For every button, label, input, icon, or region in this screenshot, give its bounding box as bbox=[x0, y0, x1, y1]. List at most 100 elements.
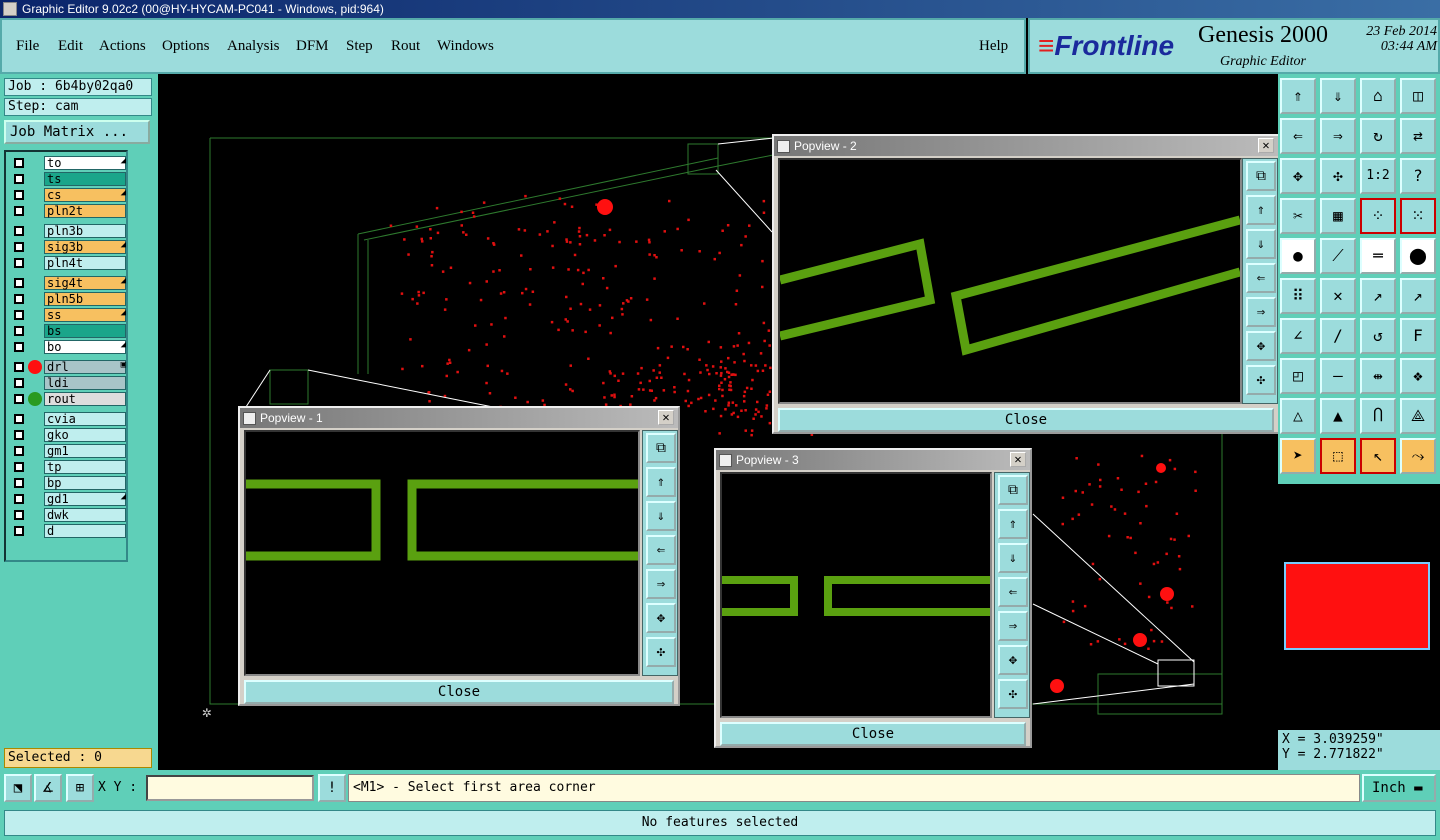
popview-2-close-icon[interactable]: ✕ bbox=[1258, 138, 1274, 153]
layer-checkbox[interactable] bbox=[14, 258, 24, 268]
pop-pan-down-icon[interactable]: ⇓ bbox=[1246, 229, 1276, 259]
menu-rout[interactable]: Rout bbox=[391, 38, 420, 55]
arch-icon[interactable]: Ⴖ bbox=[1360, 398, 1396, 434]
select-pointer-icon[interactable]: ↖ bbox=[1360, 438, 1396, 474]
popview-3-close-button[interactable]: Close bbox=[720, 722, 1026, 746]
layer-checkbox[interactable] bbox=[14, 362, 24, 372]
triangle-icon[interactable]: △ bbox=[1280, 398, 1316, 434]
layer-row-tp[interactable]: tp bbox=[10, 460, 128, 474]
layer-row-gko[interactable]: gko bbox=[10, 428, 128, 442]
scale-1-2-icon[interactable]: 1:2 bbox=[1360, 158, 1396, 194]
mirror-icon[interactable]: ▲ bbox=[1320, 398, 1356, 434]
pad-add-icon[interactable]: ● bbox=[1280, 238, 1316, 274]
layer-name[interactable]: rout bbox=[44, 392, 126, 406]
layer-affected-icon[interactable] bbox=[28, 360, 42, 374]
pop-pan-up-icon[interactable]: ⇑ bbox=[1246, 195, 1276, 225]
pad-select-icon[interactable]: ⬤ bbox=[1400, 238, 1436, 274]
route-icon[interactable]: ⤳ bbox=[1400, 438, 1436, 474]
zoom-in-icon[interactable]: ✣ bbox=[1320, 158, 1356, 194]
layer-checkbox[interactable] bbox=[14, 310, 24, 320]
layer-checkbox[interactable] bbox=[14, 226, 24, 236]
measure-icon[interactable]: ✂ bbox=[1280, 198, 1316, 234]
layer-row-ss[interactable]: ss ◢ bbox=[10, 308, 128, 322]
angle-icon[interactable]: ∠ bbox=[1280, 318, 1316, 354]
home-icon[interactable]: ⌂ bbox=[1360, 78, 1396, 114]
redraw-icon[interactable]: ↻ bbox=[1360, 118, 1396, 154]
select-box-icon[interactable]: ⬚ bbox=[1320, 438, 1356, 474]
graphic-canvas[interactable]: ✲ Popview - 2 ✕ ⧉ ⇑ ⇓ ⇐ ⇒ ✥ ✣ Close Popv… bbox=[158, 74, 1278, 770]
popview-2-title-bar[interactable]: Popview - 2 bbox=[774, 136, 1278, 156]
pop-pan-right-icon[interactable]: ⇒ bbox=[1246, 297, 1276, 327]
layer-checkbox[interactable] bbox=[14, 158, 24, 168]
layer-row-pln5b[interactable]: pln5b bbox=[10, 292, 128, 306]
arc-icon[interactable]: ↺ bbox=[1360, 318, 1396, 354]
menu-options[interactable]: Options bbox=[162, 38, 210, 55]
copy-pad-icon[interactable]: ↗ bbox=[1400, 278, 1436, 314]
layer-name[interactable]: sig3b bbox=[44, 240, 126, 254]
pop-zoom-out-icon[interactable]: ✣ bbox=[998, 679, 1028, 709]
xy-input[interactable] bbox=[146, 775, 314, 801]
layer-checkbox[interactable] bbox=[14, 478, 24, 488]
layer-row-drl[interactable]: drl ▣ bbox=[10, 360, 128, 374]
pop-pan-left-icon[interactable]: ⇐ bbox=[1246, 263, 1276, 293]
layer-name[interactable]: bp bbox=[44, 476, 126, 490]
menu-step[interactable]: Step bbox=[346, 38, 373, 55]
layer-row-d[interactable]: d bbox=[10, 524, 128, 538]
connect-icon[interactable]: ⠿ bbox=[1280, 278, 1316, 314]
layer-name[interactable]: pln3b bbox=[44, 224, 126, 238]
menu-file[interactable]: File bbox=[16, 38, 39, 55]
layer-name[interactable]: drl bbox=[44, 360, 126, 374]
split-view-icon[interactable]: ◫ bbox=[1400, 78, 1436, 114]
slash-icon[interactable]: / bbox=[1320, 318, 1356, 354]
snap-icon[interactable]: ⁘ bbox=[1360, 198, 1396, 234]
layer-name[interactable]: cvia bbox=[44, 412, 126, 426]
layer-name[interactable]: ss bbox=[44, 308, 126, 322]
popview-1-close-button[interactable]: Close bbox=[244, 680, 674, 704]
layer-row-bo[interactable]: bo ◢ bbox=[10, 340, 128, 354]
feature-icon[interactable]: ◰ bbox=[1280, 358, 1316, 394]
layer-row-sig4t[interactable]: sig4t ◢ bbox=[10, 276, 128, 290]
layer-checkbox[interactable] bbox=[14, 174, 24, 184]
layer-name[interactable]: pln4t bbox=[44, 256, 126, 270]
pop-zoom-window-icon[interactable]: ⧉ bbox=[646, 433, 676, 463]
rotate-icon[interactable]: ⟁ bbox=[1400, 398, 1436, 434]
pop-zoom-in-icon[interactable]: ✥ bbox=[1246, 331, 1276, 361]
layer-name[interactable]: gd1 bbox=[44, 492, 126, 506]
grid-snap-icon[interactable]: ⊞ bbox=[66, 774, 94, 802]
group-icon[interactable]: ❖ bbox=[1400, 358, 1436, 394]
layer-checkbox[interactable] bbox=[14, 494, 24, 504]
text-edit-icon[interactable]: F bbox=[1400, 318, 1436, 354]
menu-analysis[interactable]: Analysis bbox=[227, 38, 280, 55]
pop-zoom-out-icon[interactable]: ✣ bbox=[646, 637, 676, 667]
alert-icon[interactable]: ! bbox=[318, 774, 346, 802]
popview-3-title-bar[interactable]: Popview - 3 bbox=[716, 450, 1030, 470]
layer-name[interactable]: ldi bbox=[44, 376, 126, 390]
layer-row-rout[interactable]: rout bbox=[10, 392, 128, 406]
layer-row-pln3b[interactable]: pln3b bbox=[10, 224, 128, 238]
menu-dfm[interactable]: DFM bbox=[296, 38, 329, 55]
pop-zoom-out-icon[interactable]: ✣ bbox=[1246, 365, 1276, 395]
popview-3-view[interactable] bbox=[720, 472, 992, 718]
layer-checkbox[interactable] bbox=[14, 206, 24, 216]
layer-checkbox[interactable] bbox=[14, 462, 24, 472]
layer-name[interactable]: bs bbox=[44, 324, 126, 338]
menu-help[interactable]: Help bbox=[979, 38, 1008, 55]
pop-pan-down-icon[interactable]: ⇓ bbox=[646, 501, 676, 531]
layer-name[interactable]: pln5b bbox=[44, 292, 126, 306]
layer-checkbox[interactable] bbox=[14, 510, 24, 520]
menu-edit[interactable]: Edit bbox=[58, 38, 83, 55]
cross-icon[interactable]: ✕ bbox=[1320, 278, 1356, 314]
select-arrow-icon[interactable]: ➤ bbox=[1280, 438, 1316, 474]
layer-checkbox[interactable] bbox=[14, 414, 24, 424]
layer-checkbox[interactable] bbox=[14, 526, 24, 536]
minus-icon[interactable]: — bbox=[1320, 358, 1356, 394]
layer-checkbox[interactable] bbox=[14, 278, 24, 288]
popview-2-view[interactable] bbox=[778, 158, 1242, 404]
pop-pan-down-icon[interactable]: ⇓ bbox=[998, 543, 1028, 573]
layer-checkbox[interactable] bbox=[14, 378, 24, 388]
layer-name[interactable]: ts bbox=[44, 172, 126, 186]
layer-row-cs[interactable]: cs ◢ bbox=[10, 188, 128, 202]
layer-name[interactable]: to bbox=[44, 156, 126, 170]
layer-row-pln2t[interactable]: pln2t bbox=[10, 204, 128, 218]
unit-selector[interactable]: Inch ▬ bbox=[1362, 774, 1436, 802]
